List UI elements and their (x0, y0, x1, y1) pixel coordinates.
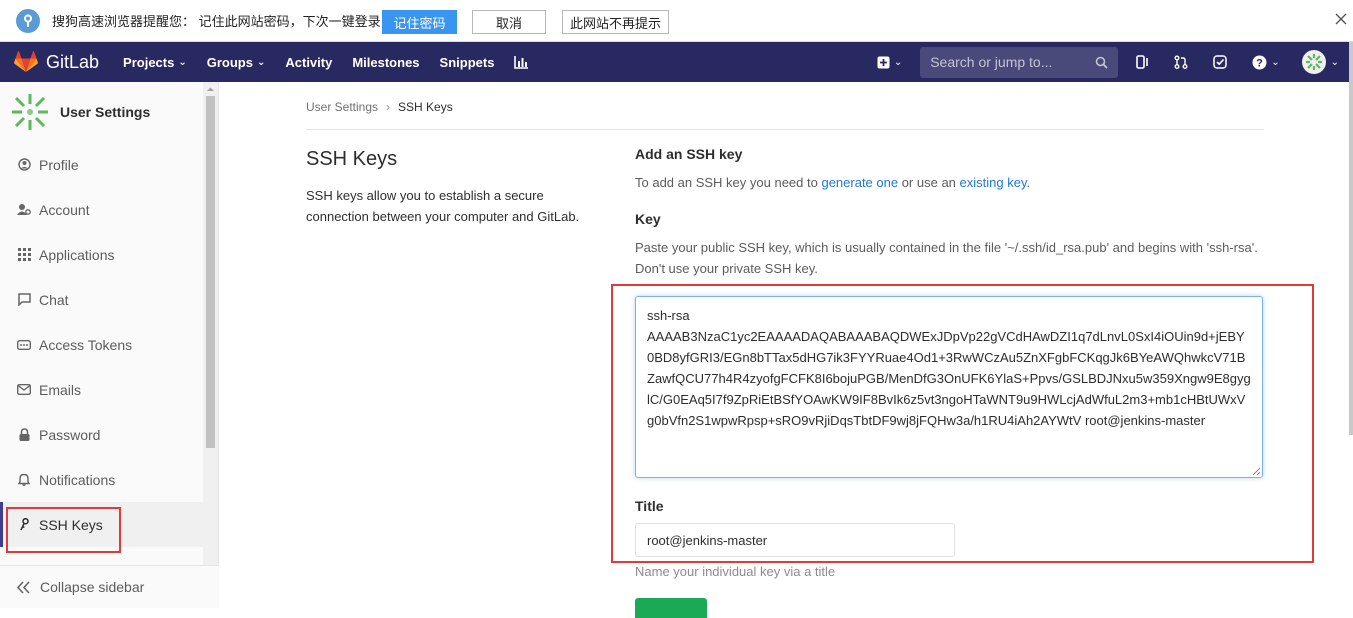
nav-groups[interactable]: Groups ⌄ (207, 55, 266, 70)
sidebar-scrollbar[interactable] (203, 82, 218, 565)
page-title: SSH Keys (306, 148, 398, 170)
never-prompt-button[interactable]: 此网站不再提示 (562, 10, 669, 34)
scrollbar-thumb[interactable] (206, 96, 215, 448)
window-scrollbar[interactable] (1349, 42, 1353, 435)
emails-icon (16, 382, 32, 398)
double-chevron-left-icon (16, 580, 30, 594)
nav-milestones[interactable]: Milestones (352, 55, 419, 70)
applications-icon (16, 247, 32, 263)
sidebar-header[interactable]: User Settings (0, 82, 218, 142)
sidebar-item-password[interactable]: Password (0, 412, 218, 457)
breadcrumb-current[interactable]: SSH Keys (398, 100, 453, 114)
profile-icon (16, 157, 32, 173)
brand-name: GitLab (46, 51, 100, 72)
sidebar-item-chat[interactable]: Chat (0, 277, 218, 322)
prompt-message: 搜狗高速浏览器提醒您： 记住此网站密码，下次一键登录！ (52, 14, 394, 29)
key-help-text: Paste your public SSH key, which is usua… (635, 240, 1258, 276)
annotation-box-ssh-keys (6, 507, 121, 553)
plus-square-icon (877, 56, 890, 68)
generate-one-link[interactable]: generate one (821, 175, 898, 190)
sidebar-item-label: Emails (39, 381, 82, 398)
breadcrumb-parent[interactable]: User Settings (306, 100, 378, 114)
key-icon (16, 8, 40, 33)
chevron-down-icon: ⌄ (1271, 56, 1280, 68)
remember-password-button[interactable]: 记住密码 (382, 10, 457, 34)
browser-password-prompt: 搜狗高速浏览器提醒您： 记住此网站密码，下次一键登录！ 记住密码 取消 此网站不… (0, 0, 1353, 42)
chat-icon (16, 292, 32, 308)
sidebar-item-notifications[interactable]: Notifications (0, 457, 218, 502)
chevron-down-icon: ⌄ (1330, 56, 1339, 68)
top-navbar: GitLab Projects ⌄ Groups ⌄ Activity Milest… (0, 42, 1353, 82)
sidebar-item-profile[interactable]: Profile (0, 142, 218, 187)
nav-snippets[interactable]: Snippets (440, 55, 495, 70)
sidebar-item-label: Account (39, 201, 90, 218)
nav-links: Projects ⌄ Groups ⌄ Activity Milestones Sn… (123, 55, 548, 70)
sidebar-item-label: Chat (39, 291, 69, 308)
todo-check-icon[interactable] (1213, 55, 1227, 69)
cancel-button[interactable]: 取消 (472, 10, 546, 34)
tanuki-icon (14, 51, 38, 72)
todos-panel-icon[interactable] (1136, 55, 1150, 69)
question-icon: ? (1252, 55, 1267, 69)
intro-column: SSH Keys SSH keys allow you to establish… (306, 148, 606, 227)
close-icon[interactable] (1335, 12, 1353, 30)
ssh-key-form: Add an SSH key To add an SSH key you nee… (635, 146, 1265, 618)
breadcrumb: User Settings › SSH Keys (306, 100, 453, 114)
sidebar-item-label: Password (39, 426, 101, 443)
divider (306, 129, 1264, 130)
sidebar-item-emails[interactable]: Emails (0, 367, 218, 412)
chevron-down-icon: ⌄ (178, 56, 187, 68)
lock-icon (16, 427, 32, 443)
chevron-right-icon: › (386, 100, 391, 114)
help-dropdown[interactable]: ? ⌄ (1252, 55, 1280, 70)
sidebar-item-account[interactable]: Account (0, 187, 218, 232)
page-description: SSH keys allow you to establish a secure… (306, 188, 580, 224)
annotation-box-key-form (611, 284, 1314, 563)
search-input[interactable]: Search or jump to... (920, 46, 1119, 78)
sidebar-item-label: Access Tokens (39, 336, 133, 353)
nav-activity[interactable]: Activity (285, 55, 332, 70)
title-hint: Name your individual key via a title (635, 564, 836, 579)
nav-projects[interactable]: Projects ⌄ (123, 55, 187, 70)
access-tokens-icon (16, 337, 32, 353)
sidebar-item-label: Applications (39, 246, 115, 263)
sidebar-item-applications[interactable]: Applications (0, 232, 218, 277)
chevron-down-icon: ⌄ (256, 56, 266, 68)
scroll-up-icon[interactable] (203, 83, 218, 95)
sidebar-item-label: Profile (39, 156, 79, 173)
chevron-down-icon: ⌄ (893, 56, 903, 68)
collapse-sidebar-button[interactable]: Collapse sidebar (0, 565, 219, 608)
merge-request-icon[interactable] (1174, 55, 1188, 69)
gitlab-logo[interactable]: GitLab (14, 51, 99, 73)
avatar (12, 94, 48, 130)
bell-icon (16, 472, 32, 488)
search-icon (1095, 56, 1108, 69)
account-icon (16, 202, 32, 218)
form-help-text: To add an SSH key you need to generate o… (635, 175, 1031, 190)
user-avatar-dropdown[interactable]: ⌄ (1301, 50, 1339, 74)
sidebar-item-access-tokens[interactable]: Access Tokens (0, 322, 218, 367)
sidebar-title: User Settings (60, 104, 151, 120)
chart-icon[interactable] (514, 55, 529, 69)
svg-text:?: ? (1256, 57, 1263, 69)
navbar-right: ⌄ Search or jump to... ? ⌄ ⌄ (861, 42, 1353, 82)
form-heading: Add an SSH key (635, 146, 743, 162)
sidebar-item-label: Notifications (39, 471, 116, 488)
existing-key-link[interactable]: existing key (960, 175, 1027, 190)
add-key-button[interactable] (635, 598, 707, 618)
avatar (1301, 50, 1326, 74)
key-label: Key (635, 211, 661, 227)
new-item-dropdown[interactable]: ⌄ (877, 56, 902, 69)
